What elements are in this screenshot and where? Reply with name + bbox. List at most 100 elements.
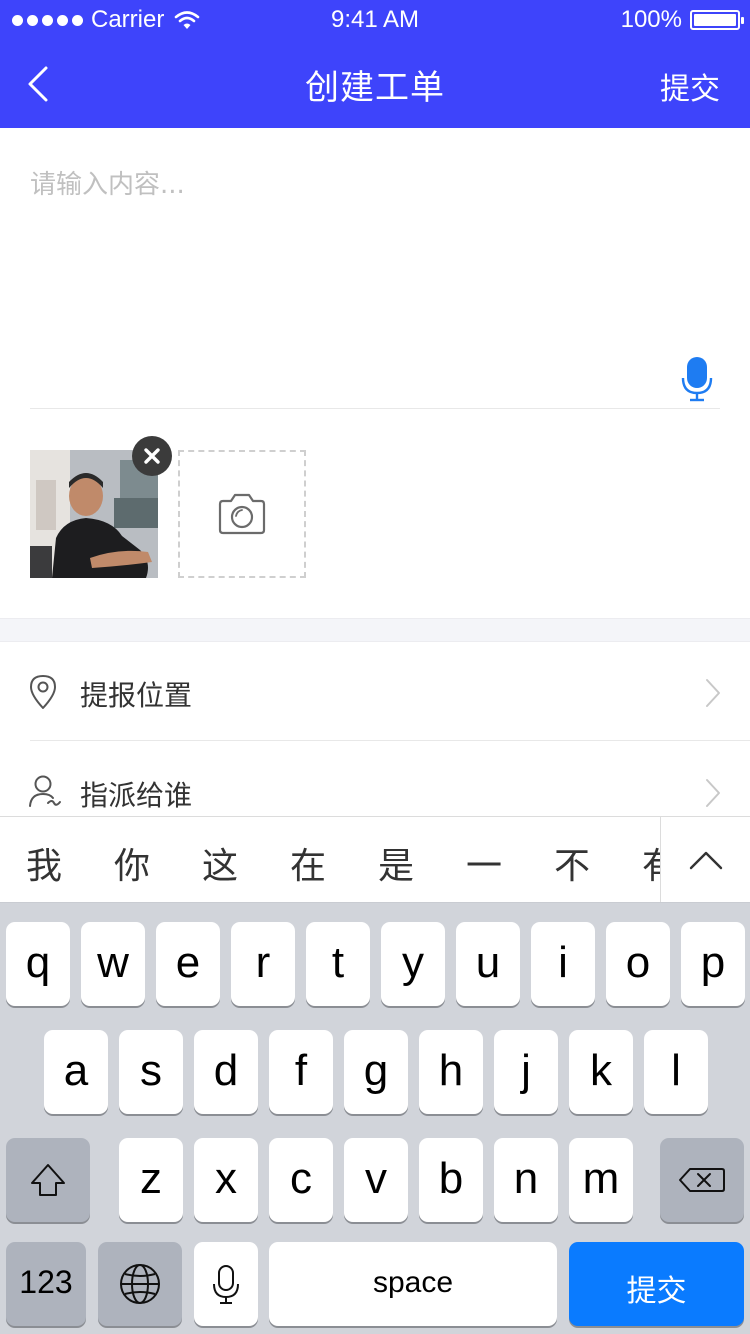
- key-label: v: [365, 1154, 387, 1203]
- chevron-up-icon: [689, 851, 723, 870]
- key[interactable]: j: [494, 1030, 558, 1114]
- key-label: f: [294, 1046, 308, 1095]
- key[interactable]: c: [269, 1138, 333, 1222]
- key[interactable]: o: [606, 922, 670, 1006]
- key-label: z: [140, 1154, 162, 1203]
- candidate-word[interactable]: 在: [290, 837, 326, 889]
- key[interactable]: u: [456, 922, 520, 1006]
- key[interactable]: s: [119, 1030, 183, 1114]
- row-divider: [30, 740, 750, 741]
- close-icon: [144, 448, 160, 464]
- chevron-right-icon: [706, 679, 720, 707]
- page-title: 创建工单: [305, 68, 445, 108]
- candidate-word[interactable]: 是: [378, 837, 414, 889]
- shift-key[interactable]: [6, 1138, 90, 1222]
- keyboard: q w e r t y u i o p a s d f g h j k l z …: [0, 903, 750, 1334]
- location-pin-icon: [30, 675, 56, 709]
- key[interactable]: f: [269, 1030, 333, 1114]
- key-label: y: [402, 938, 424, 987]
- candidate-word[interactable]: 一: [466, 837, 502, 889]
- content-placeholder: 请输入内容...: [30, 170, 185, 200]
- key-label: j: [521, 1046, 531, 1095]
- key-label: t: [331, 938, 345, 987]
- status-bar: Carrier 9:41 AM 100%: [0, 0, 750, 40]
- dictation-key[interactable]: [194, 1242, 258, 1326]
- key[interactable]: z: [119, 1138, 183, 1222]
- top-bar: Carrier 9:41 AM 100% 创建工单 提交: [0, 0, 750, 128]
- key[interactable]: y: [381, 922, 445, 1006]
- report-location-label: 提报位置: [80, 679, 193, 712]
- key-label: m: [582, 1154, 620, 1203]
- key-label: x: [215, 1154, 237, 1203]
- candidate-word[interactable]: 不: [554, 837, 590, 889]
- key-label: space: [372, 1266, 454, 1299]
- key[interactable]: w: [81, 922, 145, 1006]
- content-input[interactable]: 请输入内容...: [0, 128, 750, 408]
- numbers-key[interactable]: 123: [6, 1242, 86, 1326]
- person-icon: [29, 775, 61, 807]
- candidate-bar: 我 你 这 在 是 一 不 有: [0, 816, 750, 903]
- key[interactable]: a: [44, 1030, 108, 1114]
- key[interactable]: h: [419, 1030, 483, 1114]
- key-label: 123: [19, 1264, 73, 1300]
- key[interactable]: i: [531, 922, 595, 1006]
- candidate-word[interactable]: 这: [202, 837, 238, 889]
- shift-icon: [31, 1164, 65, 1196]
- key-label: w: [97, 938, 129, 987]
- nav-bar: 创建工单 提交: [0, 40, 750, 128]
- candidate-word[interactable]: 你: [114, 837, 150, 889]
- return-submit-key[interactable]: 提交: [569, 1242, 744, 1326]
- key[interactable]: x: [194, 1138, 258, 1222]
- key[interactable]: n: [494, 1138, 558, 1222]
- key-label: q: [25, 938, 51, 987]
- key[interactable]: t: [306, 922, 370, 1006]
- key-label: o: [625, 938, 651, 987]
- key-label: d: [213, 1046, 239, 1095]
- camera-icon: [218, 493, 266, 535]
- key-label: a: [63, 1046, 89, 1095]
- voice-input-icon[interactable]: [680, 356, 714, 402]
- key[interactable]: r: [231, 922, 295, 1006]
- key-label: i: [558, 938, 568, 987]
- key[interactable]: p: [681, 922, 745, 1006]
- key[interactable]: v: [344, 1138, 408, 1222]
- key[interactable]: k: [569, 1030, 633, 1114]
- assign-to-label: 指派给谁: [80, 779, 193, 812]
- microphone-icon: [213, 1265, 239, 1304]
- key[interactable]: b: [419, 1138, 483, 1222]
- content-divider: [30, 408, 720, 409]
- key-label: p: [700, 938, 726, 987]
- key-label: n: [513, 1154, 539, 1203]
- delete-key[interactable]: [660, 1138, 744, 1222]
- key-label: k: [590, 1046, 612, 1095]
- expand-candidates-button[interactable]: [660, 817, 750, 902]
- key-label: c: [290, 1154, 312, 1203]
- backspace-icon: [679, 1168, 725, 1192]
- candidate-word[interactable]: 我: [26, 837, 62, 889]
- section-separator: [0, 618, 750, 642]
- battery-percent: 100%: [620, 6, 682, 33]
- key[interactable]: m: [569, 1138, 633, 1222]
- chevron-right-icon: [706, 779, 720, 807]
- space-key[interactable]: space: [269, 1242, 557, 1326]
- key[interactable]: l: [644, 1030, 708, 1114]
- remove-photo-button[interactable]: [132, 436, 172, 476]
- key-label: 提交: [626, 1274, 687, 1309]
- add-photo-button[interactable]: [178, 450, 306, 578]
- key[interactable]: q: [6, 922, 70, 1006]
- key-label: r: [255, 938, 271, 987]
- key-label: b: [438, 1154, 464, 1203]
- key-label: s: [140, 1046, 162, 1095]
- globe-icon: [120, 1264, 160, 1304]
- assign-to-row[interactable]: 指派给谁: [0, 742, 750, 816]
- key-label: l: [671, 1046, 681, 1095]
- globe-key[interactable]: [98, 1242, 182, 1326]
- report-location-row[interactable]: 提报位置: [0, 642, 750, 742]
- key[interactable]: g: [344, 1030, 408, 1114]
- battery-icon: [690, 10, 744, 30]
- key[interactable]: d: [194, 1030, 258, 1114]
- key-label: g: [363, 1046, 389, 1095]
- key-label: e: [175, 938, 201, 987]
- key[interactable]: e: [156, 922, 220, 1006]
- submit-button[interactable]: 提交: [660, 64, 720, 108]
